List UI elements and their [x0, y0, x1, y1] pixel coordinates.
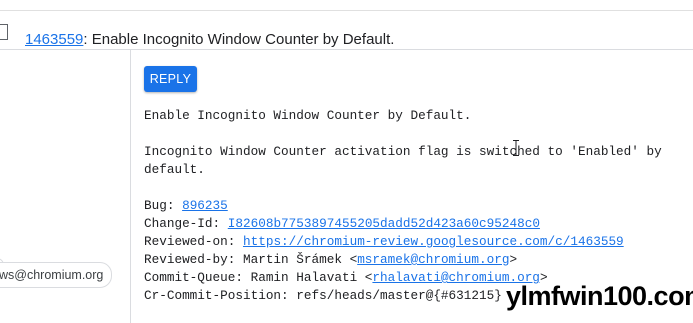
reply-button[interactable]: REPLY [144, 66, 197, 92]
footer-link[interactable]: https://chromium-review.googlesource.com… [243, 234, 624, 249]
footer-link[interactable]: msramek@chromium.org [357, 252, 509, 267]
footer-key: Cr-Commit-Position: refs/heads/master@{#… [144, 288, 502, 303]
footer-key: Change-Id: [144, 216, 228, 231]
footer-line: Reviewed-by: Martin Šrámek <msramek@chro… [144, 251, 684, 269]
document-icon [0, 24, 8, 40]
footer-link[interactable]: I82608b7753897455205dadd52d423a60c95248c… [228, 216, 540, 231]
header-bar: 1463559: Enable Incognito Window Counter… [0, 11, 693, 50]
footer-suffix: > [509, 252, 518, 267]
footer-link[interactable]: 896235 [182, 198, 228, 213]
footer-line: Bug: 896235 [144, 197, 684, 215]
message-body: Incognito Window Counter activation flag… [144, 144, 662, 177]
text-cursor-icon [513, 140, 519, 156]
footer-key: Reviewed-by: Martin Šrámek < [144, 252, 358, 267]
message-subject: Enable Incognito Window Counter by Defau… [144, 108, 472, 123]
email-chip[interactable]: ws@chromium.org [0, 262, 113, 288]
issue-link[interactable]: 1463559 [25, 31, 83, 48]
page-title: 1463559: Enable Incognito Window Counter… [25, 31, 394, 48]
title-text: : Enable Incognito Window Counter by Def… [83, 31, 395, 48]
footer-line: Change-Id: I82608b7753897455205dadd52d42… [144, 215, 684, 233]
footer-key: Reviewed-on: [144, 234, 243, 249]
commit-message: Enable Incognito Window Counter by Defau… [144, 107, 684, 305]
top-bar [0, 0, 693, 11]
footer-key: Commit-Queue: Ramin Halavati < [144, 270, 373, 285]
footer-line: Reviewed-on: https://chromium-review.goo… [144, 233, 684, 251]
watermark: ylmfwin100.com [506, 281, 693, 311]
footer-key: Bug: [144, 198, 183, 213]
